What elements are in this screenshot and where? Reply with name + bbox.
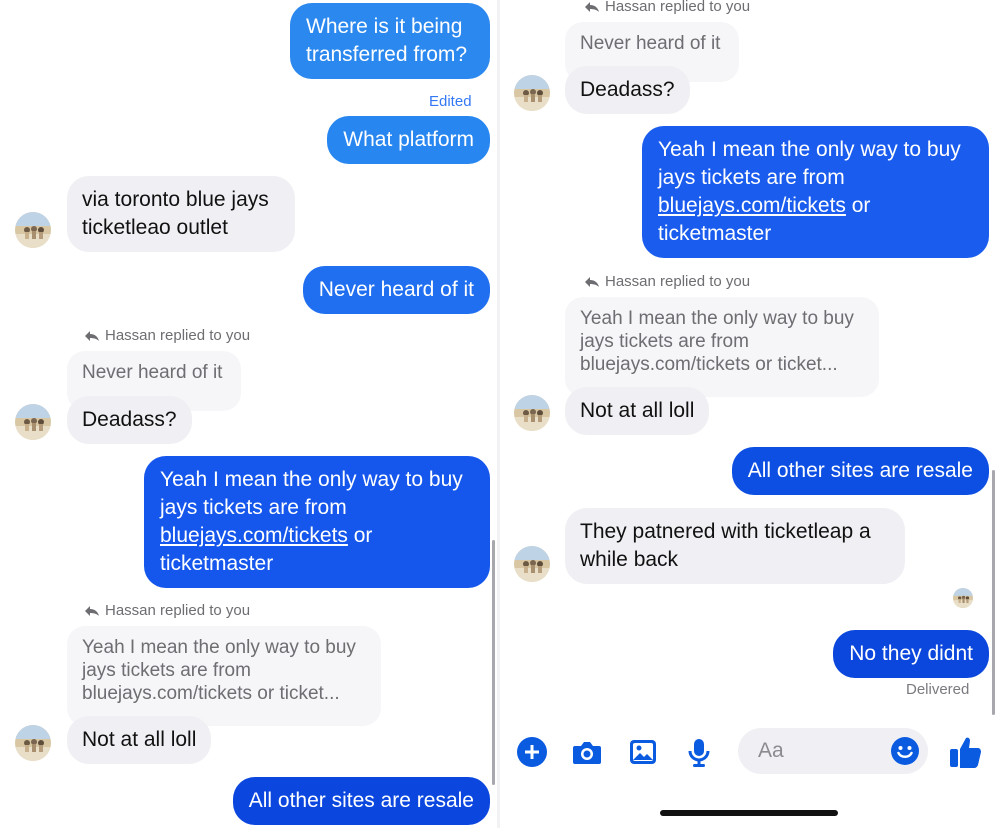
incoming-message[interactable]: Deadass? — [67, 396, 192, 444]
avatar-photo — [514, 546, 550, 582]
plus-icon[interactable] — [516, 736, 548, 768]
avatar[interactable] — [514, 546, 550, 582]
gallery-icon-glyph — [630, 740, 656, 764]
avatar[interactable] — [514, 75, 550, 111]
quoted-message[interactable]: Yeah I mean the only way to buy jays tic… — [67, 626, 381, 726]
plus-icon-glyph — [517, 737, 547, 767]
thumbs-up-icon[interactable] — [948, 734, 984, 770]
reply-arrow-icon — [85, 330, 99, 341]
avatar[interactable] — [15, 212, 51, 248]
reply-indicator: Hassan replied to you — [584, 0, 750, 15]
reply-indicator: Hassan replied to you — [84, 327, 250, 344]
microphone-icon-glyph — [688, 739, 710, 767]
avatar[interactable] — [15, 725, 51, 761]
scrollbar[interactable] — [492, 540, 495, 785]
delivery-status: Delivered — [906, 681, 970, 698]
avatar-photo — [15, 725, 51, 761]
reply-arrow-icon — [85, 605, 99, 616]
message-input-placeholder: Aa — [758, 739, 784, 762]
avatar-photo — [15, 404, 51, 440]
camera-icon-glyph — [573, 742, 601, 764]
outgoing-message[interactable]: No they didnt — [833, 630, 989, 678]
outgoing-message[interactable]: Yeah I mean the only way to buy jays tic… — [144, 456, 490, 588]
outgoing-message[interactable]: What platform — [327, 116, 490, 164]
outgoing-message[interactable]: Yeah I mean the only way to buy jays tic… — [642, 126, 989, 258]
conversation-pane-left: Where is it being transferred from? Edit… — [0, 0, 497, 828]
reply-arrow-icon — [585, 276, 599, 287]
reply-indicator: Hassan replied to you — [584, 273, 750, 290]
incoming-message[interactable]: Not at all loll — [67, 716, 212, 764]
reply-arrow-icon — [585, 1, 599, 12]
emoji-icon[interactable] — [890, 736, 920, 766]
message-link[interactable]: bluejays.com/tickets — [160, 524, 348, 547]
incoming-message[interactable]: They patnered with ticketleap a while ba… — [565, 508, 905, 584]
reply-indicator: Hassan replied to you — [84, 602, 250, 619]
quoted-message[interactable]: Yeah I mean the only way to buy jays tic… — [565, 297, 879, 397]
read-receipt-avatar — [953, 588, 973, 608]
outgoing-message[interactable]: Where is it being transferred from? — [290, 3, 490, 79]
microphone-icon[interactable] — [683, 736, 715, 768]
outgoing-message[interactable]: All other sites are resale — [731, 447, 989, 495]
avatar[interactable] — [514, 395, 550, 431]
avatar-photo — [514, 75, 550, 111]
avatar[interactable] — [15, 404, 51, 440]
incoming-message[interactable]: Not at all loll — [565, 387, 710, 435]
message-input[interactable]: Aa — [738, 728, 928, 774]
thumbs-up-icon-glyph — [950, 737, 981, 768]
outgoing-message[interactable]: All other sites are resale — [232, 777, 490, 825]
scrollbar[interactable] — [992, 470, 995, 715]
incoming-message[interactable]: Deadass? — [565, 66, 690, 114]
avatar-photo — [953, 588, 973, 608]
avatar-photo — [514, 395, 550, 431]
edited-label: Edited — [429, 93, 472, 110]
conversation-pane-right: Hassan replied to you Never heard of it … — [500, 0, 1000, 828]
incoming-message[interactable]: via toronto blue jays ticketleao outlet — [67, 176, 295, 252]
avatar-photo — [15, 212, 51, 248]
message-link[interactable]: bluejays.com/tickets — [658, 194, 846, 217]
gallery-icon[interactable] — [627, 736, 659, 768]
home-indicator — [660, 810, 838, 816]
camera-icon[interactable] — [571, 736, 603, 768]
outgoing-message[interactable]: Never heard of it — [302, 266, 490, 314]
